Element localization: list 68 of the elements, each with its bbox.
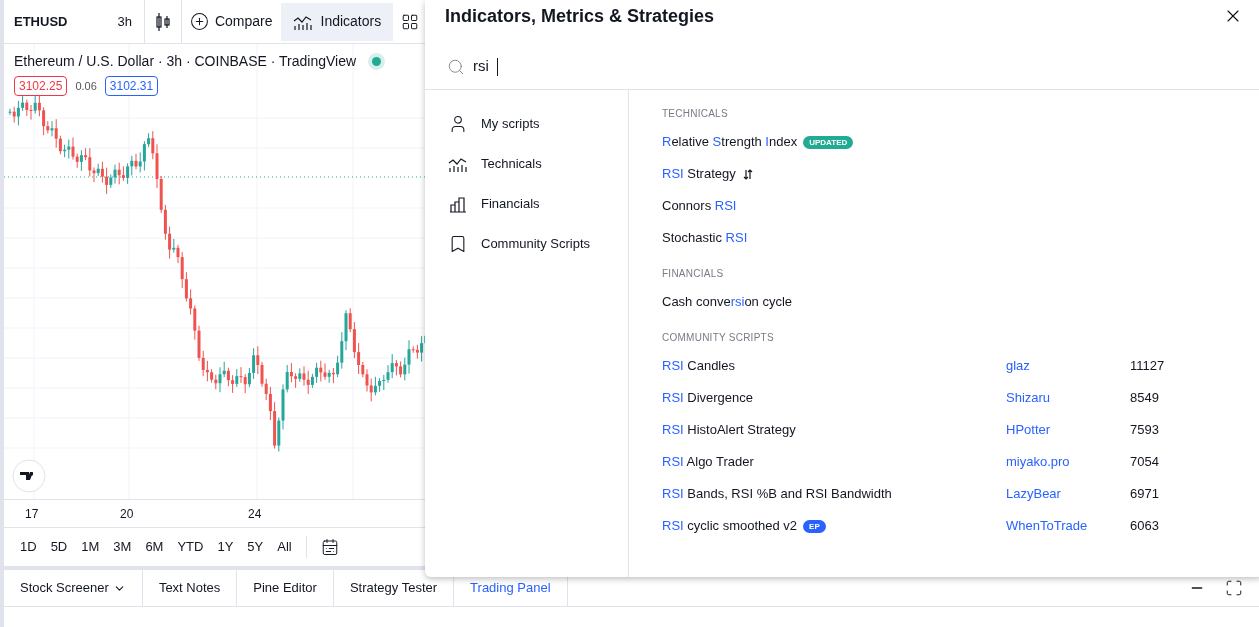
search-field[interactable]: rsi — [425, 44, 1259, 90]
indicator-row[interactable]: Cash conversion cycle — [662, 286, 1259, 318]
indicator-row[interactable]: Relative Strength Index UPDATED — [662, 126, 1259, 158]
dialog-title: Indicators, Metrics & Strategies — [445, 5, 715, 28]
indicator-row[interactable]: RSI HistoAlert Strategy HPotter 7593 — [662, 414, 1259, 446]
indicator-name: RSI Bands, RSI %B and RSI Bandwidth — [662, 485, 892, 504]
range-button[interactable]: 1M — [81, 537, 100, 557]
panel-tab[interactable]: Text Notes — [142, 570, 238, 606]
panel-tab[interactable]: Pine Editor — [237, 570, 334, 606]
indicator-name: Stochastic RSI — [662, 229, 748, 248]
author-link[interactable]: WhenToTrade — [1006, 516, 1130, 536]
range-button[interactable]: 1Y — [217, 537, 234, 557]
symbol-button[interactable]: ETHUSD — [4, 11, 78, 32]
section-heading: COMMUNITY SCRIPTS — [662, 331, 775, 345]
likes-count: 11127 — [1130, 357, 1165, 376]
buy-price: 3102.31 — [104, 76, 159, 96]
likes-count: 8549 — [1130, 389, 1159, 408]
indicator-row[interactable]: Connors RSI — [662, 190, 1259, 222]
badge: UPDATED — [803, 135, 854, 149]
indicator-name: RSI Candles — [662, 357, 735, 376]
likes-count: 6063 — [1130, 517, 1159, 536]
compare-button[interactable]: Compare — [181, 11, 281, 32]
range-button[interactable]: 6M — [145, 537, 164, 557]
indicator-row[interactable]: RSI Divergence Shizaru 8549 — [662, 382, 1259, 414]
interval-button[interactable]: 3h — [117, 0, 145, 44]
indicator-name: RSI HistoAlert Strategy — [662, 421, 796, 440]
sell-price: 3102.25 — [14, 76, 68, 96]
range-button[interactable]: YTD — [177, 537, 204, 557]
category-item[interactable]: Community Scripts — [425, 224, 628, 264]
indicator-name: RSI cyclic smoothed v2 — [662, 517, 798, 536]
category-item[interactable]: Financials — [425, 184, 628, 224]
range-button[interactable]: 5Y — [247, 537, 264, 557]
author-link[interactable]: LazyBear — [1006, 484, 1130, 504]
author-link[interactable]: glaz — [1006, 356, 1130, 376]
badge: EP — [803, 519, 826, 533]
likes-count: 6971 — [1130, 485, 1159, 504]
symbol-title: Ethereum / U.S. Dollar · 3h · COINBASE · TradingView — [14, 52, 357, 71]
section-heading: FINANCIALS — [662, 267, 725, 281]
time-axis-label: 17 — [25, 506, 39, 523]
indicator-name: Connors RSI — [662, 197, 737, 216]
likes-count: 7054 — [1130, 453, 1159, 472]
range-button[interactable]: All — [277, 537, 292, 557]
indicator-name: Cash conversion cycle — [662, 293, 793, 312]
indicator-row[interactable]: Stochastic RSI — [662, 222, 1259, 254]
category-item[interactable]: Technicals — [425, 144, 628, 184]
range-button[interactable]: 5D — [50, 537, 68, 557]
time-axis-label: 20 — [120, 506, 134, 523]
indicator-name: Relative Strength Index — [662, 133, 798, 152]
author-link[interactable]: HPotter — [1006, 420, 1130, 440]
section-heading: TECHNICALS — [662, 107, 729, 121]
spread-value: 0.06 — [75, 78, 97, 94]
indicator-name: RSI Strategy — [662, 165, 736, 184]
indicator-row[interactable]: RSI Candles glaz 11127 — [662, 350, 1259, 382]
indicator-name: RSI Algo Trader — [662, 453, 754, 472]
category-item[interactable]: My scripts — [425, 104, 628, 144]
time-axis-label: 24 — [248, 506, 262, 523]
indicator-row[interactable]: RSI Algo Trader miyako.pro 7054 — [662, 446, 1259, 478]
range-button[interactable]: 3M — [113, 537, 132, 557]
indicator-row[interactable]: RSI Strategy — [662, 158, 1259, 190]
range-button[interactable]: 1D — [20, 537, 37, 557]
likes-count: 7593 — [1130, 421, 1159, 440]
indicator-name: RSI Divergence — [662, 389, 754, 408]
author-link[interactable]: miyako.pro — [1006, 452, 1130, 472]
indicator-row[interactable]: RSI Bands, RSI %B and RSI Bandwidth LazyBear 6971 — [662, 478, 1259, 510]
indicators-button[interactable]: Indicators — [280, 2, 394, 41]
author-link[interactable]: Shizaru — [1006, 388, 1130, 408]
panel-tab[interactable]: Stock Screener — [4, 570, 143, 606]
indicator-row[interactable]: RSI cyclic smoothed v2 EP WhenToTrade 6063 — [662, 510, 1259, 542]
